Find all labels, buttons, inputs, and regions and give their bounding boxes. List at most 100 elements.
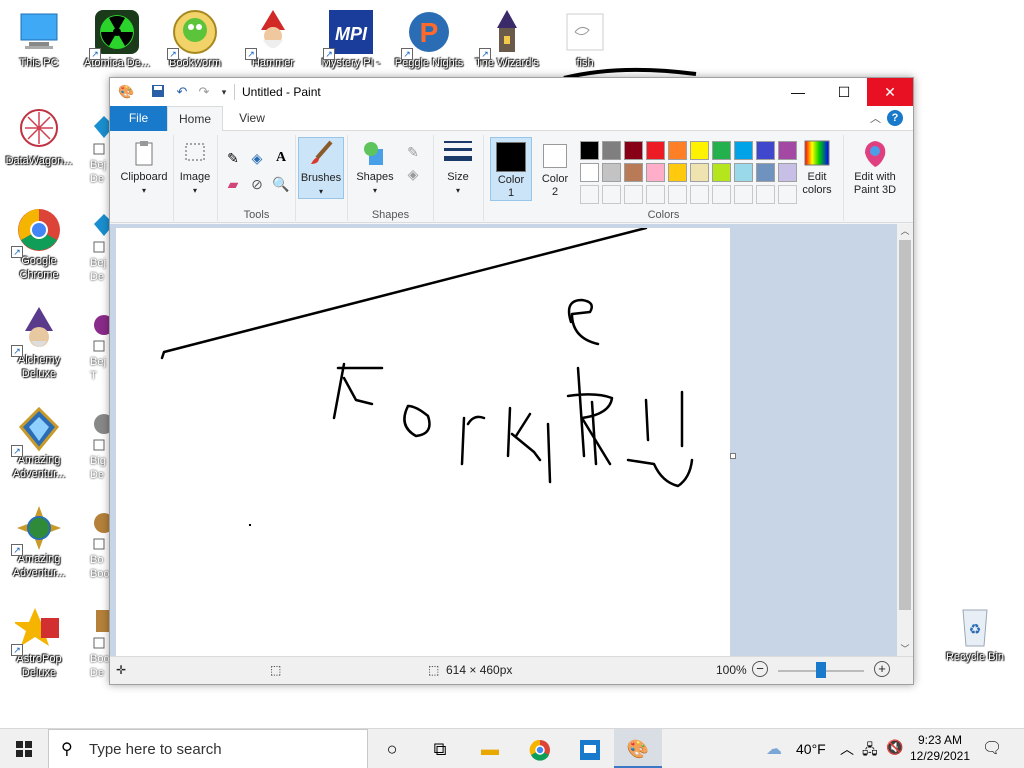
palette-swatch[interactable] — [734, 141, 753, 160]
cortana-icon[interactable]: ○ — [368, 729, 416, 768]
edit-colors-button[interactable]: Edit colors — [794, 137, 840, 197]
title-bar[interactable]: 🎨 ↶ ↷ ▾ Untitled - Paint — ☐ ✕ — [110, 78, 913, 106]
shortcut-arrow-icon: ↗ — [245, 48, 257, 60]
zoom-slider-thumb[interactable] — [816, 662, 826, 678]
desktop-icon-fish[interactable]: fish — [546, 8, 624, 70]
desktop-icon-peggle-nights[interactable]: P ↗ Peggle Nights — [390, 8, 468, 70]
palette-custom-slot[interactable] — [580, 185, 599, 204]
remote-desktop-icon[interactable] — [566, 729, 614, 768]
clipboard-button[interactable]: Clipboard ▾ — [116, 137, 172, 197]
scrollbar-thumb[interactable] — [899, 240, 911, 610]
tab-file[interactable]: File — [110, 106, 167, 131]
taskbar-search[interactable]: ⚲ Type here to search — [48, 729, 368, 768]
paint-window[interactable]: 🎨 ↶ ↷ ▾ Untitled - Paint — ☐ ✕ File Home… — [109, 77, 914, 685]
desktop-icon-amazing-adventures-1[interactable]: ↗ Amazing Adventur... — [0, 405, 78, 481]
palette-custom-slot[interactable] — [690, 185, 709, 204]
scroll-up-icon[interactable]: ︿ — [897, 224, 913, 238]
maximize-button[interactable]: ☐ — [821, 78, 867, 106]
edit-with-paint3d-button[interactable]: Edit with Paint 3D — [846, 137, 904, 197]
palette-swatch[interactable] — [734, 163, 753, 182]
notifications-icon[interactable]: 🗨 — [982, 738, 1002, 758]
shapes-button[interactable]: Shapes ▾ — [352, 137, 398, 197]
desktop-icon-astropop-deluxe[interactable]: ↗ AstroPop Deluxe — [0, 604, 78, 680]
palette-swatch[interactable] — [690, 141, 709, 160]
desktop-icon-alchemy-deluxe[interactable]: ↗ Alchemy Deluxe — [0, 305, 78, 381]
zoom-out-button[interactable]: − — [752, 661, 768, 677]
chevron-up-icon[interactable]: ︿ — [840, 739, 854, 759]
canvas-resize-handle[interactable] — [730, 453, 736, 459]
network-icon[interactable]: 🖧 — [862, 739, 878, 763]
paint-taskbar-icon[interactable]: 🎨 — [614, 729, 662, 768]
brushes-button[interactable]: Brushes ▾ — [298, 137, 344, 199]
palette-swatch[interactable] — [756, 163, 775, 182]
desktop-icon-google-chrome[interactable]: ↗ Google Chrome — [0, 206, 78, 282]
palette-swatch[interactable] — [624, 141, 643, 160]
palette-swatch[interactable] — [646, 163, 665, 182]
shape-fill-icon[interactable]: ◈ — [402, 163, 424, 185]
palette-custom-slot[interactable] — [734, 185, 753, 204]
palette-custom-slot[interactable] — [712, 185, 731, 204]
desktop-icon-amazing-adventures-2[interactable]: ↗ Amazing Adventur... — [0, 504, 78, 580]
desktop-icon-bookworm[interactable]: ↗ Bookworm — [156, 8, 234, 70]
redo-icon[interactable]: ↷ — [196, 84, 212, 100]
rainbow-icon — [801, 137, 833, 169]
desktop-icon-datawagon[interactable]: DataWagon... — [0, 106, 78, 168]
desktop-icon-the-wizards[interactable]: ↗ The Wizard's — [468, 8, 546, 70]
start-button[interactable] — [0, 729, 48, 768]
shortcut-arrow-icon: ↗ — [11, 445, 23, 457]
tab-home[interactable]: Home — [167, 106, 223, 132]
palette-custom-slot[interactable] — [624, 185, 643, 204]
drawing-canvas[interactable] — [116, 228, 730, 656]
pencil-icon[interactable]: ✎ — [222, 147, 244, 169]
collapse-ribbon-icon[interactable]: ︿ — [870, 110, 881, 126]
palette-swatch[interactable] — [580, 163, 599, 182]
weather-text[interactable]: 40°F — [796, 741, 826, 757]
eraser-icon[interactable]: ▰ — [222, 173, 244, 195]
magnifier-icon[interactable]: 🔍 — [270, 173, 292, 195]
palette-swatch[interactable] — [602, 163, 621, 182]
scroll-down-icon[interactable]: ﹀ — [897, 642, 913, 656]
palette-custom-slot[interactable] — [668, 185, 687, 204]
outline-icon[interactable]: ✎ — [402, 141, 424, 163]
text-icon[interactable]: A — [270, 147, 292, 169]
palette-swatch[interactable] — [712, 163, 731, 182]
task-view-icon[interactable]: ⧉ — [416, 729, 464, 768]
color2-button[interactable]: Color 2 — [534, 137, 576, 201]
help-icon[interactable]: ? — [887, 110, 903, 126]
vertical-scrollbar[interactable]: ︿ ﹀ — [897, 224, 913, 656]
palette-custom-slot[interactable] — [756, 185, 775, 204]
palette-swatch[interactable] — [646, 141, 665, 160]
desktop-icon-this-pc[interactable]: This PC — [0, 8, 78, 70]
desktop-icon-recycle-bin[interactable]: ♻ Recycle Bin — [936, 602, 1014, 664]
tab-view[interactable]: View — [227, 106, 277, 131]
desktop-icon-atomica[interactable]: ↗ Atomica De... — [78, 8, 156, 70]
palette-swatch[interactable] — [602, 141, 621, 160]
palette-swatch[interactable] — [580, 141, 599, 160]
size-button[interactable]: Size ▾ — [438, 137, 478, 197]
palette-swatch[interactable] — [668, 163, 687, 182]
clock[interactable]: 9:23 AM 12/29/2021 — [908, 732, 972, 764]
palette-swatch[interactable] — [690, 163, 709, 182]
paint-app-icon[interactable]: 🎨 — [118, 84, 134, 100]
palette-swatch[interactable] — [712, 141, 731, 160]
zoom-in-button[interactable]: + — [874, 661, 890, 677]
save-icon[interactable] — [150, 84, 166, 100]
fill-icon[interactable]: ◈ — [246, 147, 268, 169]
palette-custom-slot[interactable] — [602, 185, 621, 204]
palette-swatch[interactable] — [756, 141, 775, 160]
close-button[interactable]: ✕ — [867, 78, 913, 106]
volume-muted-icon[interactable]: 🔇 — [886, 739, 903, 756]
palette-swatch[interactable] — [624, 163, 643, 182]
chrome-taskbar-icon[interactable] — [516, 729, 564, 768]
desktop-icon-hammer[interactable]: ↗ Hammer — [234, 8, 312, 70]
palette-custom-slot[interactable] — [646, 185, 665, 204]
color-picker-icon[interactable]: ⊘ — [246, 173, 268, 195]
color1-button[interactable]: Color 1 — [490, 137, 532, 201]
palette-swatch[interactable] — [668, 141, 687, 160]
customize-quick-access-icon[interactable]: ▾ — [216, 84, 232, 100]
undo-icon[interactable]: ↶ — [174, 84, 190, 100]
desktop-icon-mystery-pi[interactable]: MPI ↗ Mystery PI - — [312, 8, 390, 70]
image-button[interactable]: Image ▾ — [174, 137, 216, 197]
minimize-button[interactable]: — — [775, 78, 821, 106]
file-explorer-icon[interactable]: ▬ — [466, 729, 514, 768]
